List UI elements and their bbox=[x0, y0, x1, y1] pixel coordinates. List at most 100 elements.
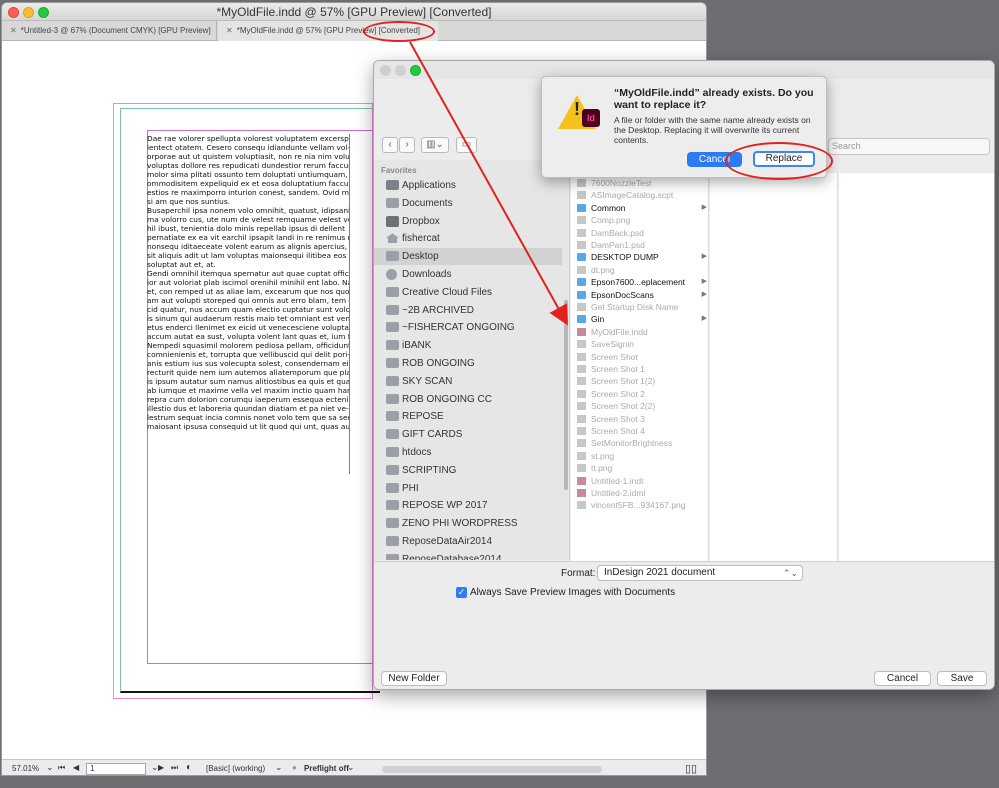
tab-untitled-3[interactable]: ✕ *Untitled-3 @ 67% (Document CMYK) [GPU … bbox=[2, 21, 217, 41]
file-item[interactable]: Screen Shot 1(2) bbox=[571, 375, 708, 387]
sidebar-item-rob-ongoing-cc[interactable]: ROB ONGOING CC bbox=[374, 391, 562, 408]
gpu-icon[interactable]: ◐ bbox=[186, 762, 192, 773]
sidebar-item-gift-cards[interactable]: GIFT CARDS bbox=[374, 426, 562, 443]
horizontal-scrollbar[interactable] bbox=[382, 766, 602, 773]
folder-item[interactable]: EpsonDocScans ▶ bbox=[571, 289, 708, 301]
folder-item[interactable]: Epson7600...eplacement ▶ bbox=[571, 276, 708, 288]
preflight-status[interactable]: Preflight off bbox=[304, 764, 349, 773]
file-item[interactable]: Screen Shot 3 bbox=[571, 413, 708, 425]
close-tab-icon[interactable]: ✕ bbox=[226, 26, 233, 35]
sidebar-item-phi[interactable]: PHI bbox=[374, 480, 562, 497]
sidebar-scrollbar[interactable] bbox=[564, 300, 568, 490]
sidebar-item-scripting[interactable]: SCRIPTING bbox=[374, 462, 562, 479]
file-item[interactable]: Untitled-1.indt bbox=[571, 475, 708, 487]
folder-item[interactable]: Gin ▶ bbox=[571, 313, 708, 325]
file-item[interactable]: 7600NozzleTest bbox=[571, 177, 708, 189]
file-item[interactable]: Comp.png bbox=[571, 214, 708, 226]
preflight-dropdown-icon[interactable]: ⌄ bbox=[347, 762, 355, 773]
file-column[interactable]: 7600NozzleTest ASImageCatalog.scpt Common ▶… bbox=[571, 173, 709, 561]
layout-view-icon[interactable]: ▯▯ bbox=[685, 762, 697, 775]
file-item[interactable]: ASImageCatalog.scpt bbox=[571, 189, 708, 201]
text-frame[interactable]: Dae rae volorer spellupta volorest volup… bbox=[147, 134, 349, 472]
sidebar-item-fishercat[interactable]: fishercat bbox=[374, 230, 562, 247]
file-name: dt.png bbox=[591, 264, 615, 275]
sidebar-item-applications[interactable]: Applications bbox=[374, 177, 562, 194]
file-item[interactable]: Screen Shot 2(2) bbox=[571, 400, 708, 412]
close-window-button[interactable] bbox=[8, 7, 19, 18]
file-item[interactable]: DamBack.psd bbox=[571, 227, 708, 239]
updown-chevron-icon: ⌃⌄ bbox=[782, 568, 798, 578]
page-number-field[interactable]: 1 bbox=[86, 763, 146, 775]
folder-icon bbox=[386, 553, 399, 560]
next-page-icon[interactable]: ▶ bbox=[158, 763, 164, 772]
forward-button[interactable]: › bbox=[399, 137, 415, 153]
prev-page-icon[interactable]: ◀ bbox=[73, 763, 79, 772]
view-mode-button[interactable]: ▥⌄ bbox=[421, 137, 449, 153]
file-item[interactable]: Untitled-2.idml bbox=[571, 487, 708, 499]
document-icon bbox=[577, 327, 586, 336]
search-input[interactable]: Search bbox=[828, 138, 990, 155]
file-item[interactable]: SaveSignin bbox=[571, 338, 708, 350]
document-icon bbox=[577, 241, 586, 249]
zoom-level[interactable]: 57.01% bbox=[12, 764, 39, 773]
sidebar-item-repose-wp-2017[interactable]: REPOSE WP 2017 bbox=[374, 497, 562, 514]
file-item[interactable]: Screen Shot bbox=[571, 351, 708, 363]
sidebar-item-documents[interactable]: Documents bbox=[374, 195, 562, 212]
file-item[interactable]: MyOldFile.indd bbox=[571, 326, 708, 338]
applications-icon bbox=[386, 180, 399, 190]
annotation-circle-replace bbox=[725, 142, 833, 180]
zoom-dialog-icon[interactable] bbox=[410, 65, 421, 76]
new-folder-toolbar-button[interactable]: ▭ bbox=[456, 137, 477, 153]
file-column-3[interactable] bbox=[839, 173, 994, 561]
file-item[interactable]: Screen Shot 2 bbox=[571, 388, 708, 400]
sidebar-item-rob-ongoing[interactable]: ROB ONGOING bbox=[374, 355, 562, 372]
sidebar-item-htdocs[interactable]: htdocs bbox=[374, 444, 562, 461]
last-page-icon[interactable]: ⏭ bbox=[171, 763, 178, 773]
folder-icon bbox=[386, 375, 399, 386]
format-select[interactable]: InDesign 2021 document ⌃⌄ bbox=[597, 565, 803, 581]
first-page-icon[interactable]: ⏮ bbox=[58, 763, 65, 773]
file-item[interactable]: Screen Shot 4 bbox=[571, 425, 708, 437]
close-tab-icon[interactable]: ✕ bbox=[10, 26, 17, 35]
new-folder-button[interactable]: New Folder bbox=[381, 671, 447, 686]
save-button[interactable]: Save bbox=[937, 671, 987, 686]
sidebar-item-downloads[interactable]: Downloads bbox=[374, 266, 562, 283]
zoom-dropdown-icon[interactable]: ⌄ bbox=[46, 762, 54, 773]
alert-message: A file or folder with the same name alre… bbox=[614, 115, 811, 145]
file-item[interactable]: Get Startup Disk Name bbox=[571, 301, 708, 313]
sidebar-item-desktop[interactable]: Desktop bbox=[374, 248, 562, 266]
folder-item[interactable]: DESKTOP DUMP ▶ bbox=[571, 251, 708, 263]
file-item[interactable]: st.png bbox=[571, 450, 708, 462]
minimize-window-button[interactable] bbox=[23, 7, 34, 18]
sidebar-item-sky-scan[interactable]: SKY SCAN bbox=[374, 373, 562, 390]
sidebar-item-ibank[interactable]: iBANK bbox=[374, 337, 562, 354]
file-item[interactable]: tt.png bbox=[571, 462, 708, 474]
file-item[interactable]: Screen Shot 1 bbox=[571, 363, 708, 375]
back-button[interactable]: ‹ bbox=[382, 137, 398, 153]
sidebar-item-repose[interactable]: REPOSE bbox=[374, 408, 562, 425]
sidebar-item-label: fishercat bbox=[402, 233, 440, 245]
file-column-2[interactable] bbox=[710, 173, 838, 561]
always-save-preview-label: Always Save Preview Images with Document… bbox=[470, 587, 676, 598]
file-item[interactable]: dt.png bbox=[571, 264, 708, 276]
file-item[interactable]: DamPan1.psd bbox=[571, 239, 708, 251]
window-titlebar[interactable]: *MyOldFile.indd @ 57% [GPU Preview] [Con… bbox=[2, 3, 706, 21]
sidebar-item-fishercat-ongoing[interactable]: ~FISHERCAT ONGOING bbox=[374, 319, 562, 336]
format-options: Format: InDesign 2021 document ⌃⌄ ✓ Alwa… bbox=[374, 561, 994, 689]
file-item[interactable]: vincent5FB...934167.png bbox=[571, 499, 708, 511]
always-save-preview-checkbox[interactable]: ✓ bbox=[456, 587, 467, 598]
sidebar-item-reposedataair2014[interactable]: ReposeDataAir2014 bbox=[374, 533, 562, 550]
folder-item[interactable]: Common ▶ bbox=[571, 202, 708, 214]
text-line: Busaperchil ipsa nonem volo omnihit, qua… bbox=[147, 206, 349, 215]
sidebar-item-reposedatabase2014[interactable]: ReposeDatabase2014 bbox=[374, 551, 562, 560]
file-item[interactable]: SetMonitorBrightness bbox=[571, 437, 708, 449]
file-name: Screen Shot 2(2) bbox=[591, 401, 656, 412]
zoom-window-button[interactable] bbox=[38, 7, 49, 18]
cancel-button[interactable]: Cancel bbox=[874, 671, 931, 686]
sidebar-item-label: SKY SCAN bbox=[402, 375, 453, 387]
sidebar-item-zeno-phi-wordpress[interactable]: ZENO PHI WORDPRESS bbox=[374, 515, 562, 532]
style-dropdown-icon[interactable]: ⌄ bbox=[275, 762, 283, 773]
sidebar-item-creative-cloud-files[interactable]: Creative Cloud Files bbox=[374, 284, 562, 301]
sidebar-item-dropbox[interactable]: Dropbox bbox=[374, 213, 562, 230]
sidebar-item-2b-archived[interactable]: ~2B ARCHIVED bbox=[374, 302, 562, 319]
